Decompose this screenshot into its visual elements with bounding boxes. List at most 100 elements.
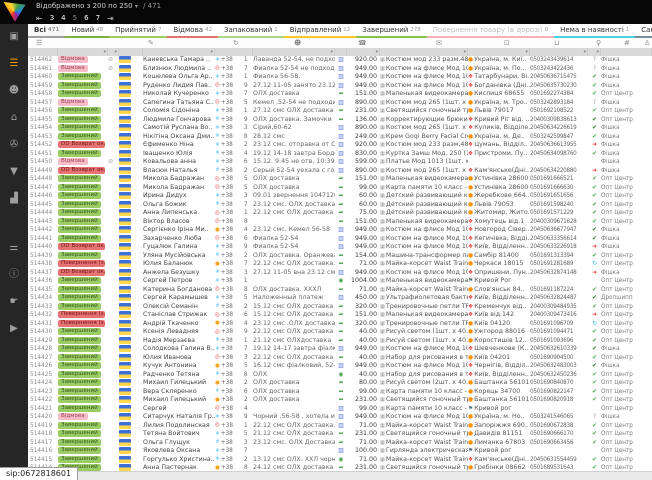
ttn-column-icon[interactable]: #: [624, 38, 630, 48]
order-row[interactable]: 514432Повернення (з..Станіслав Стрижак◎+…: [28, 311, 652, 320]
order-row[interactable]: 514443ЗавершенийВіктор Власов◎+388➦151.0…: [28, 218, 652, 227]
cart-icon[interactable]: ✇: [10, 140, 18, 150]
order-row[interactable]: 514450Відмова⊘Ковальова анна✳+38615.12. …: [28, 158, 652, 167]
phone-cell[interactable]: ✳+386: [215, 158, 253, 166]
phone-cell[interactable]: ✳+389: [215, 413, 253, 421]
status-list-icon[interactable]: ☰: [36, 38, 42, 48]
filter-cell[interactable]: ▾: [58, 48, 108, 56]
app-logo-icon[interactable]: [3, 1, 26, 22]
phone-cell[interactable]: ◎+385: [215, 175, 253, 183]
order-row[interactable]: 514427ЗавершенийЮлия Иванова◎+38322.12 с…: [28, 354, 652, 363]
order-row[interactable]: 514438Повернення (з..Юлия Баланюк●+38722…: [28, 260, 652, 269]
order-row[interactable]: 514421ЗавершенийСергей◎+384▥99.00▦Карта …: [28, 405, 652, 414]
phone-cell[interactable]: ◎+381: [215, 422, 253, 430]
filter-caret-icon[interactable]: ▾: [330, 48, 333, 56]
phone-cell[interactable]: ✳+382: [215, 456, 253, 464]
filter-caret-icon[interactable]: ▾: [114, 48, 117, 56]
order-row[interactable]: 514439ЗавершенийУляна Мусійовська✳+382ОЛ…: [28, 252, 652, 261]
phone-cell[interactable]: ✳+381: [215, 337, 253, 345]
phone-cell[interactable]: ✳+382: [215, 303, 253, 311]
page-4[interactable]: 4: [61, 14, 65, 22]
order-row[interactable]: 514459ЗавершенийРуденко Лидия Пав..◎+389…: [28, 82, 652, 91]
phone-cell[interactable]: ✳+387: [215, 90, 253, 98]
phone-cell[interactable]: ◎+389: [215, 82, 253, 90]
stats-icon[interactable]: ▟: [10, 194, 18, 204]
order-row[interactable]: 514434ЗавершенийСергей Карамышев✳+385Нал…: [28, 294, 652, 303]
order-row[interactable]: 514452DD Возврат ок..Єфименко Ніна✳+3822…: [28, 141, 652, 150]
filter-cell[interactable]: ▾: [380, 48, 468, 56]
filter-cell[interactable]: ▾: [588, 48, 601, 56]
order-row[interactable]: 514454ЗавершенийСамотій Руслана Во..✳+38…: [28, 124, 652, 133]
phone-cell[interactable]: ◎+388: [215, 286, 253, 294]
filter-cell[interactable]: ▾: [143, 48, 215, 56]
tab-Новий[interactable]: Новий48: [65, 24, 109, 38]
order-row[interactable]: 514416ЗавершенийЯковлева Оксана✳+387▥100…: [28, 447, 652, 456]
phone-cell[interactable]: ✳+387: [215, 345, 253, 353]
order-row[interactable]: 514433ЗавершенийОлексій Семанін✳+38215.1…: [28, 303, 652, 312]
page-6[interactable]: 6: [84, 14, 88, 22]
phone-cell[interactable]: ◎+385: [215, 99, 253, 107]
tab-Відправлений[interactable]: Відправлений12: [284, 24, 356, 38]
phone-cell[interactable]: ✳+389: [215, 116, 253, 124]
manager-column-icon[interactable]: ♙: [644, 38, 650, 48]
phone-cell[interactable]: ◎+385: [215, 184, 253, 192]
clients-icon[interactable]: ☻: [9, 86, 19, 96]
refresh-icon[interactable]: ↻: [233, 38, 239, 48]
order-row[interactable]: 514447ЗавершенийМикола Бадражан◎+385ОЛХ …: [28, 184, 652, 193]
order-row[interactable]: 514460ЗавершенийКошелева Ольга Ар..✳+381…: [28, 73, 652, 82]
order-row[interactable]: 514415ЗавершенийГоргулько Христина..✳+38…: [28, 456, 652, 465]
filter-caret-icon[interactable]: ▾: [525, 48, 528, 56]
order-row[interactable]: 514449DD Возврат ок..Власюк Наталья✳+382…: [28, 167, 652, 176]
phone-cell[interactable]: ✳+381: [215, 107, 253, 115]
phone-cell[interactable]: ✳+381: [215, 277, 253, 285]
phone-cell[interactable]: ✳+381: [215, 56, 253, 64]
tab-Самовивіз[interactable]: Самовивіз2: [635, 24, 652, 38]
order-row[interactable]: 514436ЗавершенийСергей Петров✳+381◉1004.…: [28, 277, 652, 286]
phone-cell[interactable]: ✳+385: [215, 294, 253, 302]
phone-cell[interactable]: ✳+382: [215, 252, 253, 260]
screen-icon[interactable]: ▣: [9, 32, 18, 42]
filter-caret-icon[interactable]: ▾: [463, 48, 466, 56]
filter-caret-icon[interactable]: ▾: [596, 48, 599, 56]
order-row[interactable]: 514422ЗавершенийМихаил Гилецький●+382ОЛХ…: [28, 396, 652, 405]
phone-cell[interactable]: ✳+387: [215, 447, 253, 455]
filter-caret-icon[interactable]: ▾: [210, 48, 213, 56]
tab-Відмова[interactable]: Відмова42: [167, 24, 218, 38]
edit-list-icon[interactable]: ✎: [148, 38, 154, 48]
tab-Повернення товару (в дорозі)[interactable]: Повернення товару (в дорозі)0: [427, 24, 554, 38]
first-page-icon[interactable]: ⇤: [36, 14, 43, 23]
order-row[interactable]: 514429ЗавершенийНадія Мерзаєва✳+38121.12…: [28, 337, 652, 346]
orders-menu-icon[interactable]: ☰: [10, 59, 19, 69]
delivery-point-icon[interactable]: ♀: [596, 38, 601, 48]
order-row[interactable]: 514426ЗавершенийКучук Антонина●+38516.12…: [28, 362, 652, 371]
phone-cell[interactable]: ✳+388: [215, 371, 253, 379]
phone-cell[interactable]: ✳+389: [215, 243, 253, 251]
phone-cell[interactable]: ✳+382: [215, 167, 253, 175]
order-row[interactable]: 514435ЗавершенийКатерина Богданова◎+388О…: [28, 286, 652, 295]
tab-Завершений[interactable]: Завершений278: [356, 24, 427, 38]
filter-cell[interactable]: ▾: [530, 48, 588, 56]
phone-cell[interactable]: ●+384: [215, 320, 253, 328]
phone-column-icon[interactable]: ☎: [358, 38, 367, 48]
phone-cell[interactable]: ◎+381: [215, 209, 253, 217]
page-3[interactable]: 3: [50, 14, 54, 22]
payment-column-icon[interactable]: ⊡: [504, 38, 510, 48]
hand-icon[interactable]: ☛: [10, 297, 19, 307]
phone-cell[interactable]: ✳+385: [215, 430, 253, 438]
phone-cell[interactable]: ●+387: [215, 260, 253, 268]
order-row[interactable]: 514441ЗавершенийЗахарченко Люба◎+386Фиал…: [28, 235, 652, 244]
order-row[interactable]: 514446ЗавершенийИрина Дидух✳+38309.01 зв…: [28, 192, 652, 201]
order-row[interactable]: 514442ЗавершенийСергієнко Іріна Ми..●+38…: [28, 226, 652, 235]
tab-Всі[interactable]: Всі471: [28, 24, 65, 38]
order-row[interactable]: 514461Відмова⊘Близнюк Людмила ..◎+387Фиа…: [28, 65, 652, 74]
order-row[interactable]: 514423ЗавершенийВера Скляренко✳+386ОЛХ д…: [28, 388, 652, 397]
products-column-icon[interactable]: ⊔: [554, 38, 559, 48]
order-row[interactable]: 514445ЗавершенийОльга Божик✳+38723.12 см…: [28, 201, 652, 210]
tab-Прийнятий[interactable]: Прийнятий7: [109, 24, 167, 38]
phone-cell[interactable]: ✳+388: [215, 133, 253, 141]
phone-cell[interactable]: ◎+387: [215, 65, 253, 73]
order-row[interactable]: 514420ВідмоваСитарчук Наталія Гр..✳+389Ч…: [28, 413, 652, 422]
filter-cell[interactable]: [335, 48, 347, 56]
filter-cell[interactable]: ▾: [468, 48, 530, 56]
filter-cell[interactable]: [215, 48, 253, 56]
